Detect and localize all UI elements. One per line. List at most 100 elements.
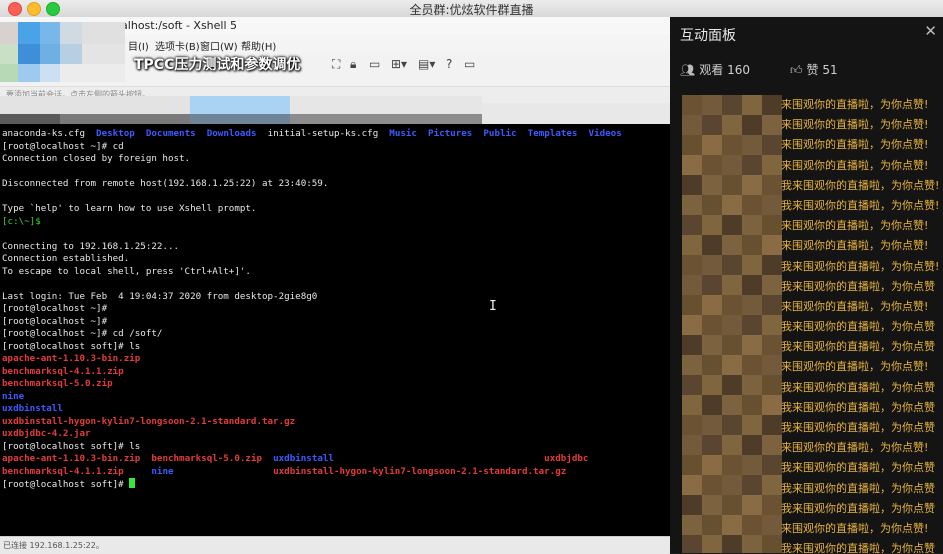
mosaic-block bbox=[722, 115, 742, 135]
terminal-line: [root@localhost soft]# ls bbox=[2, 441, 670, 454]
mosaic-block bbox=[762, 195, 782, 215]
mosaic-block bbox=[722, 395, 742, 415]
close-icon[interactable]: ✕ bbox=[924, 22, 937, 40]
mosaic-block bbox=[742, 315, 762, 335]
mosaic-block bbox=[742, 415, 762, 435]
chat-message: 我来围观你的直播啦，为你点赞 bbox=[781, 461, 935, 475]
mosaic-block bbox=[722, 415, 742, 435]
mosaic-block bbox=[762, 495, 782, 515]
chat-message: 来围观你的直播啦，为你点赞! bbox=[781, 521, 929, 535]
mosaic-block bbox=[722, 95, 742, 115]
mosaic-block bbox=[742, 515, 762, 535]
mosaic-block bbox=[682, 115, 702, 135]
terminal-segment: nine bbox=[151, 465, 174, 477]
mosaic-block bbox=[682, 455, 702, 475]
layout-icon[interactable]: ▤▾ bbox=[418, 57, 435, 71]
mosaic-block bbox=[742, 255, 762, 275]
mosaic-block bbox=[762, 315, 782, 335]
likes-count: 51 bbox=[822, 63, 838, 77]
mosaic-block bbox=[762, 95, 782, 115]
likes-stat[interactable]: 👍︎ 赞 51 bbox=[790, 61, 838, 78]
viewers-count: 160 bbox=[727, 63, 750, 77]
chat-list[interactable]: 来围观你的直播啦，为你点赞! 来围观你的直播啦，为你点赞! 来围观你的直播啦，为你点… bbox=[682, 95, 943, 553]
status-text: 已连接 192.168.1.25:22。 bbox=[3, 541, 104, 550]
mosaic-block bbox=[762, 475, 782, 495]
chat-message: 来围观你的直播啦，为你点赞! bbox=[781, 239, 929, 253]
terminal-line: [root@localhost ~]# bbox=[2, 303, 670, 316]
mosaic-block bbox=[742, 395, 762, 415]
chat-message: 我来围观你的直播啦，为你点赞 bbox=[781, 542, 935, 553]
mosaic-block bbox=[702, 415, 722, 435]
menu-tabs[interactable]: 选项卡(B) bbox=[155, 38, 200, 53]
help-icon[interactable]: ? bbox=[446, 57, 452, 71]
terminal-line: [root@localhost ~]# cd /soft/ bbox=[2, 328, 670, 341]
terminal[interactable]: anaconda-ks.cfg Desktop Documents Downlo… bbox=[0, 124, 670, 536]
chat-message: 来围观你的直播啦，为你点赞! bbox=[781, 219, 929, 233]
terminal-segment: Type `help' to learn how to use Xshell p… bbox=[2, 203, 257, 214]
keyboard-icon[interactable]: ▭ bbox=[369, 57, 380, 71]
mosaic-block bbox=[682, 295, 702, 315]
mosaic-block bbox=[722, 295, 742, 315]
terminal-segment: uxdbinstall-hygon-kylin7-longsoon-2.1-st… bbox=[273, 465, 567, 477]
menu-window[interactable]: 窗口(W) bbox=[200, 38, 238, 53]
chat-message: 我来围观你的直播啦，为你点赞 bbox=[781, 340, 935, 354]
viewers-icon: 👥︎ bbox=[680, 63, 696, 77]
terminal-segment: Public bbox=[483, 128, 517, 139]
menu-tools[interactable]: 目(I) bbox=[128, 38, 149, 53]
terminal-line: Connection closed by foreign host. bbox=[2, 153, 670, 166]
mosaic-block bbox=[702, 335, 722, 355]
mosaic-block bbox=[682, 235, 702, 255]
mosaic-block bbox=[682, 375, 702, 395]
new-tab-icon[interactable]: ⊞▾ bbox=[391, 57, 407, 71]
chat-message: 我来围观你的直播啦，为你点赞 bbox=[781, 421, 935, 434]
viewers-stat: 👥︎ 观看 160 bbox=[680, 61, 750, 78]
mosaic-block bbox=[742, 95, 762, 115]
mosaic-block bbox=[762, 375, 782, 395]
mosaic-block bbox=[762, 515, 782, 535]
mosaic-block bbox=[762, 415, 782, 435]
terminal-line: To escape to local shell, press 'Ctrl+Al… bbox=[2, 266, 670, 279]
mosaic-block bbox=[682, 535, 702, 553]
terminal-segment bbox=[472, 128, 483, 139]
panel-title: 互动面板 bbox=[680, 28, 736, 44]
menu-help[interactable]: 帮助(H) bbox=[241, 38, 276, 53]
terminal-segment: [root@localhost ~]# cd bbox=[2, 140, 124, 152]
chat-message: 来围观你的直播啦，为你点赞! bbox=[781, 98, 929, 111]
mosaic-block bbox=[682, 195, 702, 215]
terminal-segment: [root@localhost soft]# ls bbox=[2, 340, 141, 352]
mosaic-block bbox=[702, 255, 722, 275]
mosaic-block bbox=[722, 195, 742, 215]
terminal-segment: Documents bbox=[145, 128, 196, 139]
privacy-mosaic bbox=[0, 22, 125, 82]
likes-label: 赞 bbox=[806, 63, 819, 77]
mosaic-block bbox=[762, 275, 782, 295]
chat-message: 我来围观你的直播啦，为你点赞! bbox=[781, 259, 940, 273]
mosaic-block bbox=[682, 435, 702, 455]
mosaic-block bbox=[742, 455, 762, 475]
mosaic-block bbox=[702, 215, 722, 235]
mosaic-block bbox=[682, 315, 702, 335]
mosaic-block bbox=[762, 135, 782, 155]
terminal-line: [root@localhost ~]# bbox=[2, 316, 670, 329]
terminal-segment: uxdbinstall bbox=[2, 403, 63, 414]
mosaic-block bbox=[682, 515, 702, 535]
mosaic-block bbox=[722, 455, 742, 475]
terminal-segment bbox=[174, 466, 274, 477]
terminal-line: [root@localhost soft]# bbox=[2, 478, 670, 491]
mosaic-block bbox=[742, 135, 762, 155]
terminal-segment: Videos bbox=[588, 128, 622, 139]
terminal-line: Connecting to 192.168.1.25:22... bbox=[2, 241, 670, 254]
terminal-segment bbox=[140, 453, 151, 464]
terminal-segment: uxdbjdbc-4.2.jar bbox=[2, 428, 91, 439]
lock-icon[interactable]: 🔒︎ bbox=[350, 57, 356, 72]
chat-icon[interactable]: ▭ bbox=[464, 57, 475, 71]
fullscreen-icon[interactable]: ⛶ bbox=[332, 57, 340, 72]
terminal-segment: anaconda-ks.cfg bbox=[2, 128, 97, 139]
mosaic-block bbox=[682, 355, 702, 375]
terminal-segment: uxdbjdbc bbox=[544, 453, 589, 464]
chat-message: 我来围观你的直播啦，为你点赞 bbox=[781, 320, 935, 334]
terminal-segment: [root@localhost soft]# ls bbox=[2, 440, 141, 452]
mosaic-block bbox=[702, 175, 722, 195]
